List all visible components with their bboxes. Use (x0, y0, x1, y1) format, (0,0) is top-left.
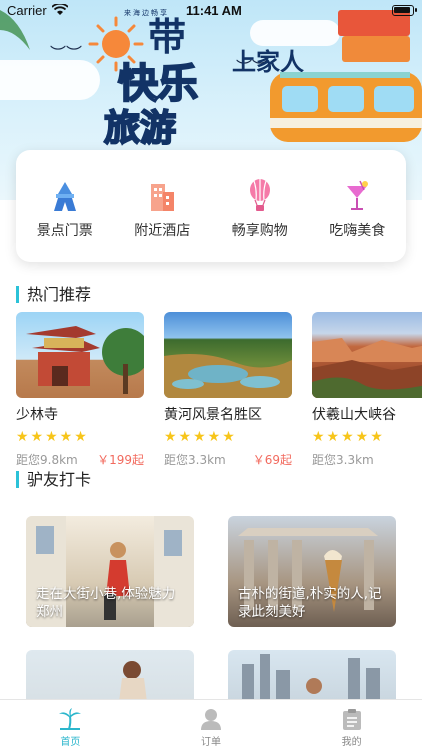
palm-tree-icon (59, 708, 82, 730)
tab-home[interactable]: 首页 (0, 700, 141, 750)
category-hotels[interactable]: 附近酒店 (122, 178, 202, 262)
tab-orders[interactable]: 订单 (141, 700, 282, 750)
cloud (0, 60, 100, 100)
attraction-name: 少林寺 (16, 407, 58, 423)
attraction-photo (164, 312, 292, 398)
drink-icon (339, 178, 375, 212)
attraction-name: 伏羲山大峡谷 (312, 407, 396, 423)
section-title-checkin: 驴友打卡 (16, 471, 91, 488)
banner-title-line: 带 (148, 14, 187, 59)
attraction-photo (312, 312, 422, 398)
hot-item-yellow-river[interactable]: 黄河风景名胜区 ★★★★★ 距您3.3km ￥69起 (164, 312, 292, 468)
price-label: ￥199起 (97, 453, 144, 467)
category-label: 畅享购物 (231, 223, 288, 239)
tab-mine[interactable]: 我的 (281, 700, 422, 750)
hot-item-shaolin[interactable]: 少林寺 ★★★★★ 距您9.8km ￥199起 (16, 312, 144, 468)
balloon-icon (242, 178, 278, 212)
tower-icon (47, 178, 83, 212)
category-food[interactable]: 吃嗨美食 (317, 178, 397, 262)
battery-icon (392, 5, 417, 16)
tab-label: 订单 (201, 737, 221, 748)
rating-stars: ★★★★★ (312, 429, 385, 445)
category-card: 景点门票 附近酒店 畅享购物 吃嗨美食 (16, 150, 406, 262)
attraction-name: 黄河风景名胜区 (164, 407, 262, 423)
clipboard-icon (342, 709, 361, 730)
banner-title-line: 旅游 (103, 107, 177, 149)
carrier-label: Carrier (7, 3, 47, 18)
hot-item-fuxi-canyon[interactable]: 伏羲山大峡谷 ★★★★★ 距您3.3km ￥6 (312, 312, 422, 468)
tab-label: 首页 (60, 737, 81, 748)
banner-title-line: 快乐 (117, 60, 199, 107)
category-label: 吃嗨美食 (329, 223, 386, 239)
checkin-card[interactable]: 走在大街小巷,体验魅力郑州 (26, 516, 194, 627)
category-label: 景点门票 (36, 223, 93, 239)
person-icon (201, 709, 221, 730)
category-shopping[interactable]: 畅享购物 (220, 178, 300, 262)
clock: 11:41 AM (186, 3, 242, 18)
tab-label: 我的 (341, 737, 362, 748)
section-title-hot: 热门推荐 (16, 286, 91, 303)
rating-stars: ★★★★★ (16, 429, 89, 445)
price-label: ￥69起 (252, 453, 292, 467)
category-tickets[interactable]: 景点门票 (25, 178, 105, 262)
bird-icon: ︶︶ (50, 44, 83, 63)
rating-stars: ★★★★★ (164, 429, 237, 445)
distance-label: 距您9.8km (16, 453, 78, 467)
checkin-caption: 走在大街小巷,体验魅力郑州 (36, 586, 176, 620)
distance-label: 距您3.3km (164, 453, 226, 467)
tab-bar: 首页 订单 我的 (0, 699, 422, 750)
checkin-caption: 古朴的街道,朴实的人,记录此刻美好 (238, 586, 382, 620)
checkin-card[interactable]: 古朴的街道,朴实的人,记录此刻美好 (228, 516, 396, 627)
van-icon (270, 10, 422, 142)
home-screen: ︶︶ ︶︶ 来海边畅享 带 快乐 上家人 旅游 Carrier 11:41 AM (0, 0, 422, 750)
hot-list[interactable]: 少林寺 ★★★★★ 距您9.8km ￥199起 黄河风景名胜区 ★★★★★ 距您… (16, 312, 422, 468)
wifi-icon (52, 4, 68, 15)
status-bar: Carrier 11:41 AM (0, 0, 422, 22)
distance-label: 距您3.3km (312, 453, 374, 467)
category-label: 附近酒店 (134, 223, 191, 239)
attraction-photo (16, 312, 144, 398)
hotel-icon (144, 178, 180, 212)
